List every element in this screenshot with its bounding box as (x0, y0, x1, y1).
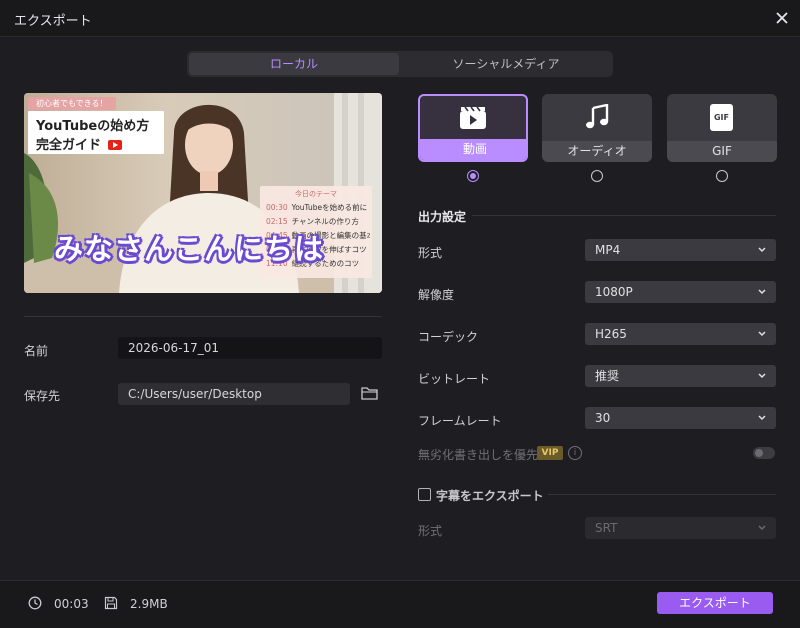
export-tabs: ローカル ソーシャルメディア (187, 51, 613, 77)
gif-icon-text: GIF (713, 113, 729, 122)
name-input[interactable]: 2026-06-17_01 (118, 337, 382, 359)
bitrate-select[interactable]: 推奨 (585, 365, 776, 387)
type-video-radio[interactable] (467, 170, 479, 182)
name-label: 名前 (24, 344, 49, 358)
folder-icon[interactable] (361, 386, 378, 400)
music-note-icon (586, 104, 609, 129)
close-icon[interactable] (772, 8, 792, 28)
codec-select[interactable]: H265 (585, 323, 776, 345)
tab-local[interactable]: ローカル (189, 53, 399, 75)
gif-file-icon: GIF (710, 104, 733, 131)
resolution-select[interactable]: 1080P (585, 281, 776, 303)
subtitle-format-select: SRT (585, 517, 776, 539)
lossless-label: 無劣化書き出しを優先 (418, 448, 539, 462)
resolution-label: 解像度 (418, 288, 455, 302)
codec-value: H265 (595, 327, 627, 341)
dialog-title: エクスポート (14, 14, 92, 29)
duration-text: 00:03 (54, 597, 89, 611)
output-settings-title: 出力設定 (418, 210, 467, 224)
chevron-down-icon (758, 373, 766, 379)
bitrate-label: ビットレート (418, 372, 491, 386)
lossless-toggle[interactable] (753, 447, 775, 459)
chevron-down-icon (758, 289, 766, 295)
codec-label: コーデック (418, 330, 479, 344)
type-gif-radio[interactable] (716, 170, 728, 182)
subtitle-format-label: 形式 (418, 524, 443, 538)
destination-label: 保存先 (24, 389, 61, 403)
subtitle-export-label[interactable]: 字幕をエクスポート (436, 487, 544, 504)
vip-badge: VIP (537, 446, 563, 460)
type-gif-label: GIF (667, 141, 777, 162)
format-value: MP4 (595, 243, 621, 257)
bitrate-value: 推奨 (595, 369, 620, 383)
beginner-badge: 初心者でもできる！ (28, 97, 116, 110)
video-preview: 初心者でもできる！ YouTubeの始め方 完全ガイド 今日のテーマ 00:30… (24, 93, 382, 293)
agenda-time: 02:15 (266, 217, 288, 226)
type-audio-card[interactable]: オーディオ (542, 94, 652, 162)
type-video-label: 動画 (420, 139, 526, 160)
agenda-item: 00:30 YouTubeを始める前に (266, 202, 370, 216)
type-video-card[interactable]: 動画 (418, 94, 528, 162)
chevron-down-icon (758, 525, 766, 531)
tab-social-media[interactable]: ソーシャルメディア (401, 53, 611, 75)
format-select[interactable]: MP4 (585, 239, 776, 261)
youtube-icon (107, 140, 122, 150)
type-audio-radio[interactable] (591, 170, 603, 182)
export-button[interactable]: エクスポート (657, 592, 773, 614)
file-size-text: 2.9MB (130, 597, 168, 611)
framerate-label: フレームレート (418, 414, 502, 428)
framerate-value: 30 (595, 411, 611, 425)
format-label: 形式 (418, 246, 443, 260)
title-bar: エクスポート (0, 0, 800, 37)
info-icon[interactable]: i (568, 446, 582, 460)
headline-line-2: 完全ガイド (36, 134, 122, 153)
video-icon (460, 106, 486, 129)
save-disk-icon (104, 596, 118, 610)
agenda-time: 00:30 (266, 203, 288, 212)
settings-divider (472, 215, 776, 216)
caption-text: みなさんこんにちは (54, 232, 325, 266)
chevron-down-icon (758, 331, 766, 337)
chevron-down-icon (758, 247, 766, 253)
headline-line-2-text: 完全ガイド (36, 138, 102, 153)
agenda-title: 今日のテーマ (295, 190, 337, 198)
subtitle-export-checkbox[interactable] (418, 488, 431, 501)
framerate-select[interactable]: 30 (585, 407, 776, 429)
destination-input[interactable]: C:/Users/user/Desktop (118, 383, 350, 405)
agenda-text: チャンネルの作り方 (291, 217, 359, 226)
chevron-down-icon (758, 415, 766, 421)
type-gif-card[interactable]: GIF GIF (667, 94, 777, 162)
headline-line-1: YouTubeの始め方 (36, 119, 150, 134)
preview-divider (24, 316, 382, 317)
agenda-text: YouTubeを始める前に (291, 203, 368, 212)
clock-icon (28, 596, 42, 610)
subtitle-format-value: SRT (595, 521, 618, 535)
type-audio-label: オーディオ (542, 141, 652, 162)
resolution-value: 1080P (595, 285, 633, 299)
subtitle-divider (548, 494, 776, 495)
headline-box: YouTubeの始め方 完全ガイド (28, 111, 164, 154)
